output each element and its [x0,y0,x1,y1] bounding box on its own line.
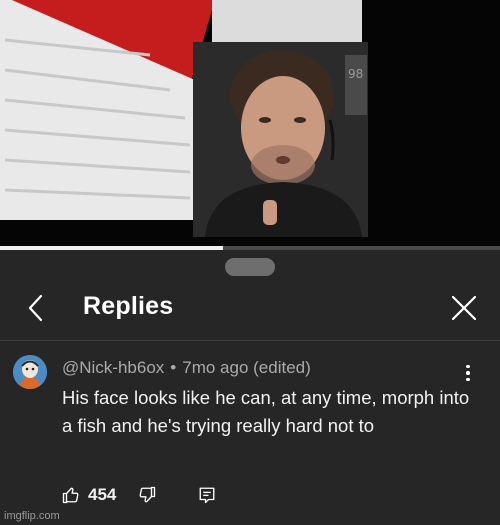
avatar-image [13,355,47,389]
comment-author[interactable]: @Nick-hb6ox [62,358,164,377]
drag-handle[interactable] [225,258,275,276]
video-frame: 98 [0,0,500,250]
header-divider [0,340,500,341]
video-player[interactable]: 98 [0,0,500,250]
comment-age: 7mo ago (edited) [182,358,311,377]
chevron-left-icon [28,294,43,322]
panel-header: Replies [0,280,500,336]
like-button[interactable]: 454 [62,485,116,505]
svg-text:98: 98 [348,67,363,81]
reply-icon [199,487,215,504]
comment-actions: 454 [62,482,216,508]
avatar[interactable] [13,355,47,389]
reply-button[interactable] [198,486,216,504]
close-button[interactable] [446,290,482,326]
more-vertical-icon [466,364,470,382]
back-button[interactable] [18,290,54,326]
like-count: 454 [88,485,117,504]
more-options-button[interactable] [458,360,478,386]
comment-text: His face looks like he can, at any time,… [62,387,470,436]
dislike-button[interactable] [138,486,156,504]
comment-meta: @Nick-hb6ox • 7mo ago (edited) [62,358,311,378]
panel-title: Replies [83,292,174,320]
replies-panel: Replies @Nick-hb6ox • 7mo ago (edited) His… [0,250,500,525]
close-icon [451,295,477,321]
thumbs-down-icon [139,486,156,503]
watermark: imgflip.com [4,510,60,522]
meta-separator: • [170,358,177,377]
thumbs-up-icon [62,487,79,504]
